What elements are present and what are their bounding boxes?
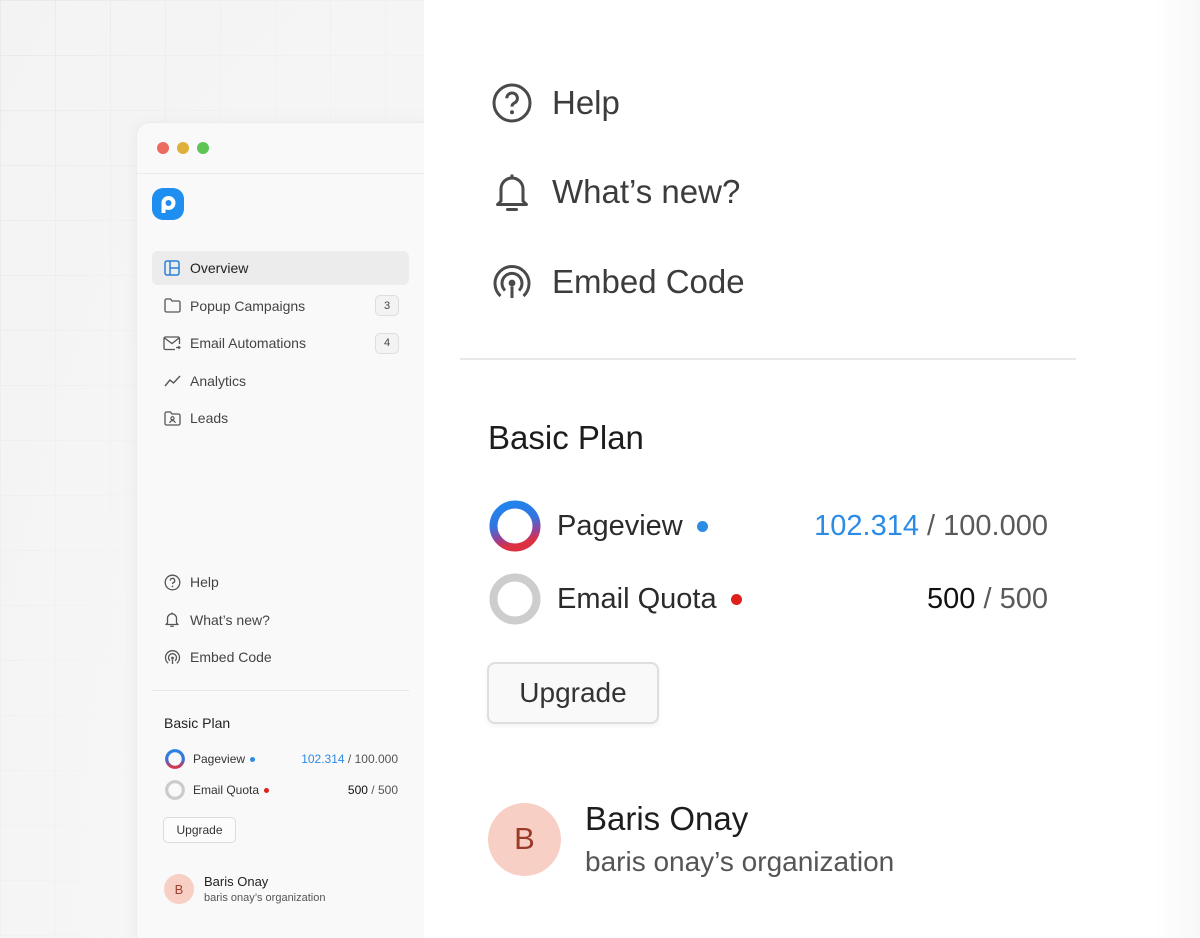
count-badge: 3 — [375, 295, 399, 316]
pageview-usage-ring-icon — [489, 500, 541, 552]
trend-line-icon — [163, 372, 181, 390]
section-divider — [460, 358, 1076, 360]
upgrade-button[interactable]: Upgrade — [163, 817, 236, 843]
help-link[interactable]: Help — [490, 81, 620, 125]
user-name: Baris Onay — [204, 874, 269, 889]
pageview-status-dot — [250, 756, 256, 762]
user-profile[interactable]: B Baris Onay baris onay’s organization — [488, 800, 894, 878]
sidebar-item-label: Analytics — [190, 372, 247, 389]
email-quota-usage-row: Email Quota 500 / 500 — [488, 572, 1048, 626]
bell-icon — [490, 170, 534, 214]
sidebar-item-label: Popup Campaigns — [190, 297, 306, 314]
plan-title: Basic Plan — [488, 419, 644, 456]
help-label: Help — [552, 84, 620, 121]
sidebar-item-label: What’s new? — [190, 611, 270, 628]
pageview-usage-ring-icon — [165, 749, 185, 769]
zoomed-panel: Help What’s new? Embed Code Basic Plan P… — [424, 0, 1154, 938]
email-quota-status-dot — [264, 787, 270, 793]
sidebar-item-label: Embed Code — [190, 649, 272, 665]
sidebar-item-label: Leads — [190, 410, 229, 426]
whats-new-label: What’s new? — [552, 173, 741, 210]
avatar: B — [164, 874, 194, 904]
sidebar-item-email-automations[interactable]: Email Automations 4 — [152, 326, 409, 360]
help-circle-icon — [163, 573, 181, 591]
avatar: B — [488, 802, 561, 876]
broadcast-icon — [163, 648, 181, 666]
count-badge: 4 — [375, 332, 399, 354]
pageview-label: Pageview — [193, 752, 246, 766]
sidebar-nav: Overview Popup Campaigns 3 Email Automat… — [152, 251, 409, 439]
email-quota-usage-value: 500 / 500 — [347, 783, 398, 797]
email-quota-usage-ring-icon — [489, 573, 541, 625]
sidebar-item-overview[interactable]: Overview — [152, 251, 409, 285]
pageview-usage-row: Pageview 102.314 / 100.000 — [488, 499, 1048, 553]
close-window-button[interactable] — [157, 142, 169, 154]
email-quota-usage-value: 500 / 500 — [927, 582, 1048, 615]
embed-code-link[interactable]: Embed Code — [490, 260, 745, 304]
embed-code-label: Embed Code — [552, 263, 745, 300]
mail-icon — [163, 334, 181, 352]
sidebar-item-leads[interactable]: Leads — [152, 401, 409, 435]
user-name: Baris Onay — [585, 800, 749, 837]
email-quota-label: Email Quota — [193, 783, 260, 797]
email-quota-usage-row: Email Quota 500 / 500 — [164, 779, 398, 801]
pageview-usage-value: 102.314 / 100.000 — [814, 509, 1048, 542]
sidebar-item-analytics[interactable]: Analytics — [152, 364, 409, 398]
titlebar-divider — [137, 173, 436, 174]
user-profile[interactable]: B Baris Onay baris onay’s organization — [164, 874, 325, 904]
bell-icon — [163, 611, 181, 629]
user-organization: baris onay’s organization — [585, 846, 895, 877]
help-circle-icon — [490, 81, 534, 125]
email-quota-label: Email Quota — [557, 582, 717, 615]
sidebar-item-label: Email Automations — [190, 335, 306, 351]
right-edge-fade — [1154, 0, 1200, 938]
sidebar-item-help[interactable]: Help — [152, 565, 409, 599]
sidebar-divider — [152, 690, 409, 691]
pageview-status-dot — [696, 520, 708, 532]
layout-icon — [163, 259, 181, 277]
window-controls — [157, 142, 209, 154]
email-quota-status-dot — [730, 593, 742, 605]
app-logo-icon[interactable] — [152, 188, 184, 220]
sidebar-item-label: Help — [190, 574, 219, 590]
sidebar-item-label: Overview — [190, 260, 249, 276]
email-quota-usage-ring-icon — [165, 780, 185, 800]
upgrade-button[interactable]: Upgrade — [487, 662, 659, 724]
sidebar-item-whats-new[interactable]: What’s new? — [152, 603, 409, 637]
sidebar-item-embed-code[interactable]: Embed Code — [152, 640, 409, 674]
sidebar-item-popup-campaigns[interactable]: Popup Campaigns 3 — [152, 289, 409, 323]
folder-icon — [163, 297, 181, 315]
maximize-window-button[interactable] — [197, 142, 209, 154]
minimize-window-button[interactable] — [177, 142, 189, 154]
pageview-label: Pageview — [557, 509, 683, 542]
app-window: Overview Popup Campaigns 3 Email Automat… — [136, 122, 436, 938]
pageview-usage-value: 102.314 / 100.000 — [301, 752, 398, 766]
contact-folder-icon — [163, 409, 181, 427]
whats-new-link[interactable]: What’s new? — [490, 170, 740, 214]
user-organization: baris onay’s organization — [204, 892, 326, 904]
plan-title: Basic Plan — [164, 715, 231, 731]
support-nav: Help What’s new? Embed Code — [152, 565, 409, 678]
pageview-usage-row: Pageview 102.314 / 100.000 — [164, 748, 398, 770]
broadcast-icon — [490, 260, 534, 304]
